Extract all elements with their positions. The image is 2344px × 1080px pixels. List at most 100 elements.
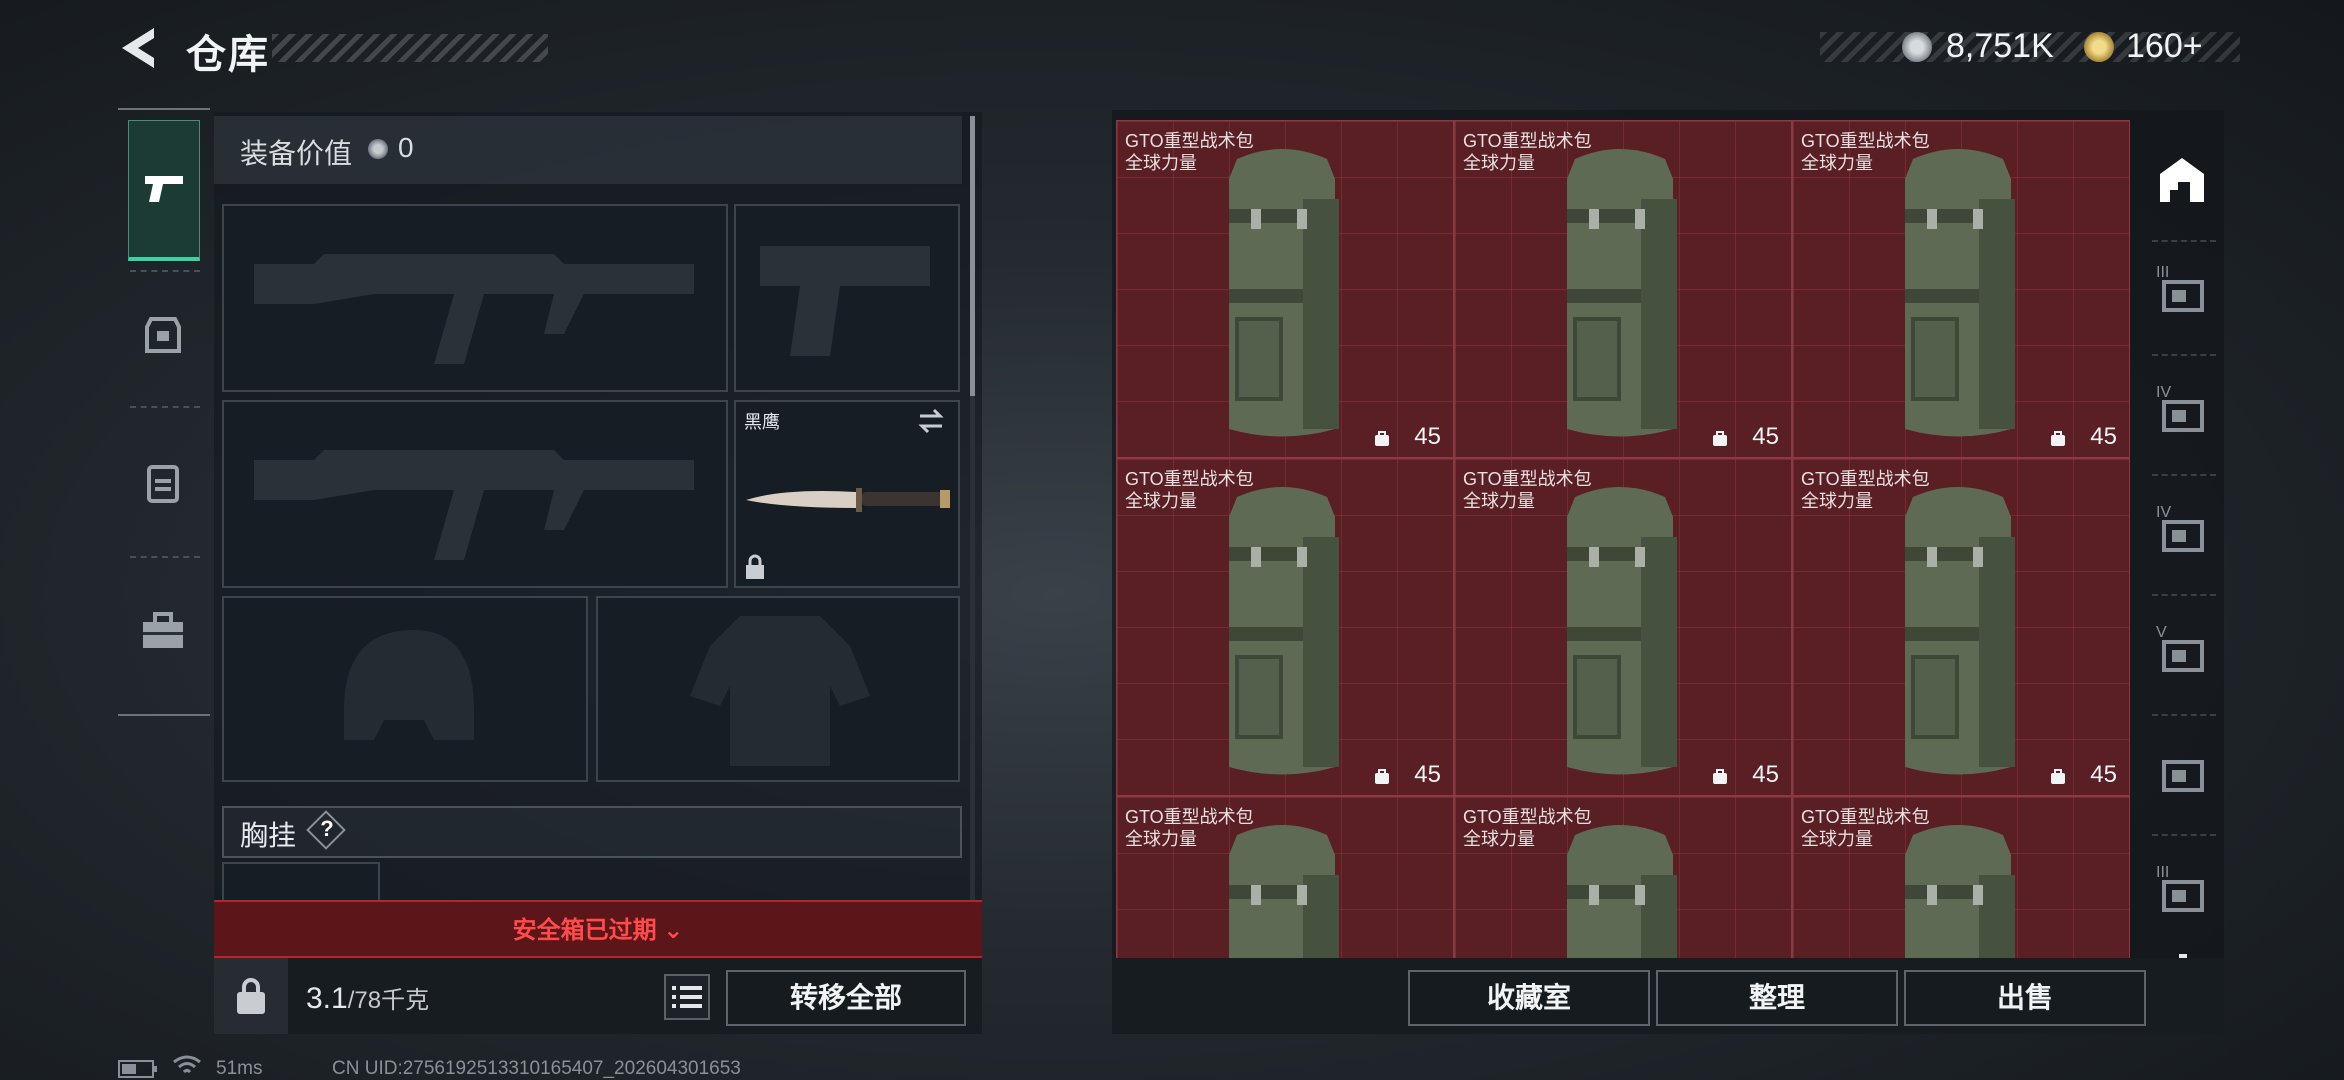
chevron-down-icon: ⌄	[663, 917, 684, 944]
tab-divider	[130, 406, 200, 408]
storage-category-tab[interactable]: IV	[2156, 384, 2208, 440]
capacity-icon	[1375, 431, 1389, 446]
storage-grid: GTO重型战术包 全球力量 45 GTO重型战术包 全球力量 45 GTO重型战术包 全球力量…	[1116, 120, 2130, 958]
safe-box-expired-label[interactable]: 安全箱已过期 ⌄	[214, 910, 982, 945]
item-tag: 全球力量	[1463, 153, 1535, 173]
wifi-icon	[173, 1055, 201, 1074]
capacity-icon	[1713, 769, 1727, 784]
weight-icon	[237, 978, 265, 1014]
gold-coin-icon	[2084, 32, 2114, 62]
tab-tier: IV	[2156, 504, 2172, 521]
tab-divider	[2152, 354, 2216, 356]
ping-value: 51ms	[216, 1058, 263, 1079]
tab-divider	[2152, 474, 2216, 476]
storage-item-cell[interactable]: GTO重型战术包 全球力量 45	[1116, 458, 1454, 796]
transfer-all-button[interactable]: 转移全部	[726, 970, 966, 1026]
helmet-slot[interactable]	[222, 596, 588, 782]
tab-tier: IV	[2156, 384, 2172, 401]
backpack-icon	[1905, 149, 2015, 437]
currency-gold-value: 160+	[2126, 27, 2203, 65]
storage-category-tab[interactable]: IV	[2156, 504, 2208, 560]
pistol-icon	[129, 153, 199, 223]
tab-case[interactable]	[128, 596, 198, 666]
help-mark: ?	[320, 816, 334, 841]
storage-category-tab[interactable]	[2156, 748, 2208, 800]
capacity-icon	[1713, 431, 1727, 446]
tab-tier: V	[2156, 624, 2167, 641]
weight-lock-button[interactable]	[214, 958, 288, 1034]
backpack-icon	[1567, 487, 1677, 775]
item-capacity: 45	[1414, 423, 1441, 450]
equipment-value: 0	[398, 132, 414, 163]
collection-room-button[interactable]: 收藏室	[1408, 970, 1650, 1026]
body-armor-slot[interactable]	[596, 596, 960, 782]
storage-item-cell[interactable]: GTO重型战术包 全球力量 45	[1454, 458, 1792, 796]
armor-icon	[145, 317, 181, 353]
vest-silhouette-icon	[690, 616, 870, 766]
storage-item-cell[interactable]: GTO重型战术包 全球力量 45	[1116, 120, 1454, 458]
backpack-icon	[1905, 487, 2015, 775]
tab-tier: III	[2156, 264, 2170, 281]
page-title: 仓库	[186, 33, 270, 77]
item-tag: 全球力量	[1125, 153, 1197, 173]
chest-rig-slot[interactable]	[222, 862, 380, 902]
storage-category-tab[interactable]: III	[2156, 864, 2208, 920]
rifle-silhouette-icon	[254, 254, 694, 364]
storage-category-tab[interactable]: III	[2156, 264, 2208, 320]
storage-item-cell[interactable]: GTO重型战术包 全球力量	[1454, 796, 1792, 958]
capacity-icon	[2051, 769, 2065, 784]
helmet-silhouette-icon	[344, 630, 474, 740]
sell-button[interactable]: 出售	[1904, 970, 2146, 1026]
primary-weapon-slot[interactable]	[222, 204, 728, 392]
silver-coin-icon	[368, 139, 388, 159]
storage-category-tab[interactable]: V	[2156, 624, 2208, 680]
back-arrow-icon[interactable]	[118, 24, 162, 72]
lock-icon	[746, 554, 764, 579]
swap-icon[interactable]	[916, 408, 946, 434]
carry-weight: 3.1/78千克	[306, 980, 429, 1016]
category-icon	[2162, 760, 2204, 792]
tab-weapons[interactable]	[128, 120, 200, 261]
tab-divider	[2152, 834, 2216, 836]
storage-item-cell[interactable]: GTO重型战术包 全球力量 45	[1792, 120, 2130, 458]
scrollbar-thumb[interactable]	[970, 116, 975, 396]
secondary-weapon-slot[interactable]	[222, 400, 728, 588]
tab-divider	[130, 270, 200, 272]
list-icon	[672, 986, 702, 1008]
sort-button[interactable]: 整理	[1656, 970, 1898, 1026]
storage-item-cell[interactable]: GTO重型战术包 全球力量 45	[1454, 120, 1792, 458]
item-capacity: 45	[1752, 761, 1779, 788]
capacity-icon	[2051, 431, 2065, 446]
tab-backpack[interactable]	[128, 448, 198, 518]
backpack-icon	[147, 465, 179, 503]
storage-item-cell[interactable]: GTO重型战术包 全球力量 45	[1792, 458, 2130, 796]
melee-slot[interactable]: 黑鹰	[734, 400, 960, 588]
backpack-icon	[1229, 487, 1339, 775]
backpack-icon	[1905, 825, 2015, 958]
tab-all-storage[interactable]	[2156, 154, 2208, 206]
tab-armor[interactable]	[128, 300, 198, 370]
weight-capacity: /78千克	[347, 987, 430, 1014]
tab-divider	[130, 556, 200, 558]
item-tag: 全球力量	[1801, 153, 1873, 173]
title-decoration	[272, 34, 548, 62]
backpack-icon	[1229, 149, 1339, 437]
backpack-icon	[1567, 825, 1677, 958]
tab-divider	[2152, 714, 2216, 716]
melee-name: 黑鹰	[744, 412, 780, 432]
sidearm-slot[interactable]	[734, 204, 960, 392]
item-tag: 全球力量	[1463, 829, 1535, 849]
item-capacity: 45	[1414, 761, 1441, 788]
tab-tier: III	[2156, 864, 2170, 881]
list-view-button[interactable]	[664, 974, 710, 1020]
silver-coin-icon	[1902, 32, 1932, 62]
rifle-silhouette-icon	[254, 450, 694, 560]
briefcase-icon	[143, 612, 183, 648]
item-tag: 全球力量	[1463, 491, 1535, 511]
backpack-icon	[1567, 149, 1677, 437]
chest-rig-label: 胸挂	[240, 820, 297, 851]
storage-item-cell[interactable]: GTO重型战术包 全球力量	[1792, 796, 2130, 958]
item-tag: 全球力量	[1125, 829, 1197, 849]
storage-item-cell[interactable]: GTO重型战术包 全球力量	[1116, 796, 1454, 958]
weight-current: 3.1	[306, 982, 348, 1015]
